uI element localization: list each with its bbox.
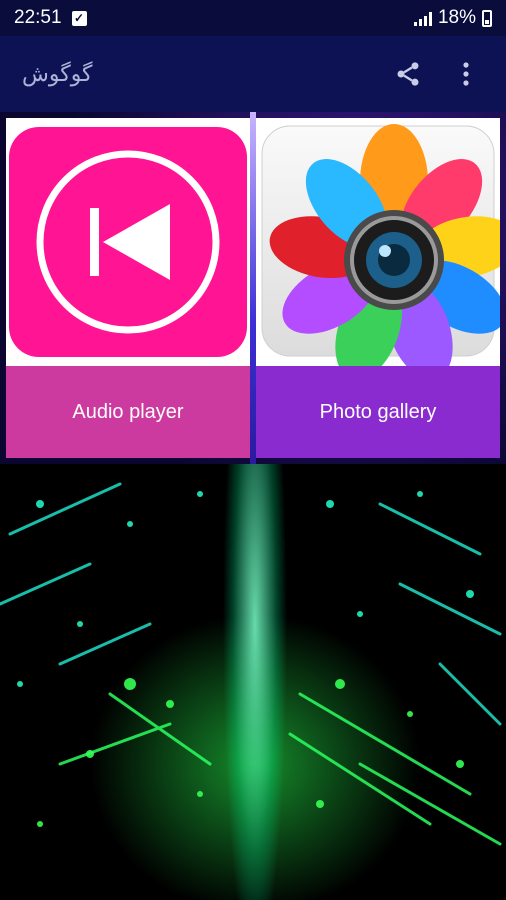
photo-gallery-label: Photo gallery <box>256 366 500 458</box>
tile-grid: Audio player Photo gallery <box>0 112 506 464</box>
splash-pattern <box>0 482 502 846</box>
status-bar: 22:51 ✓ 18% <box>0 0 506 36</box>
share-button[interactable] <box>388 54 428 94</box>
audio-player-image <box>6 118 250 366</box>
photo-gallery-tile[interactable]: Photo gallery <box>256 118 506 458</box>
skip-previous-icon <box>9 127 247 357</box>
checkbox-notification-icon: ✓ <box>71 10 87 26</box>
battery-percent: 18% <box>437 7 476 28</box>
audio-player-label: Audio player <box>6 366 250 458</box>
app-bar: گوگوش <box>0 36 506 112</box>
signal-icon <box>413 10 432 26</box>
status-time: 22:51 <box>14 7 62 28</box>
photo-gallery-camera-icon <box>261 124 506 380</box>
more-vert-icon <box>463 62 469 86</box>
photo-gallery-image <box>256 118 506 380</box>
audio-player-tile[interactable]: Audio player <box>6 118 250 458</box>
app-title: گوگوش <box>22 61 93 86</box>
share-icon <box>397 62 419 86</box>
battery-icon <box>482 9 492 27</box>
more-options-button[interactable] <box>446 54 486 94</box>
background-splash-art <box>0 464 506 900</box>
